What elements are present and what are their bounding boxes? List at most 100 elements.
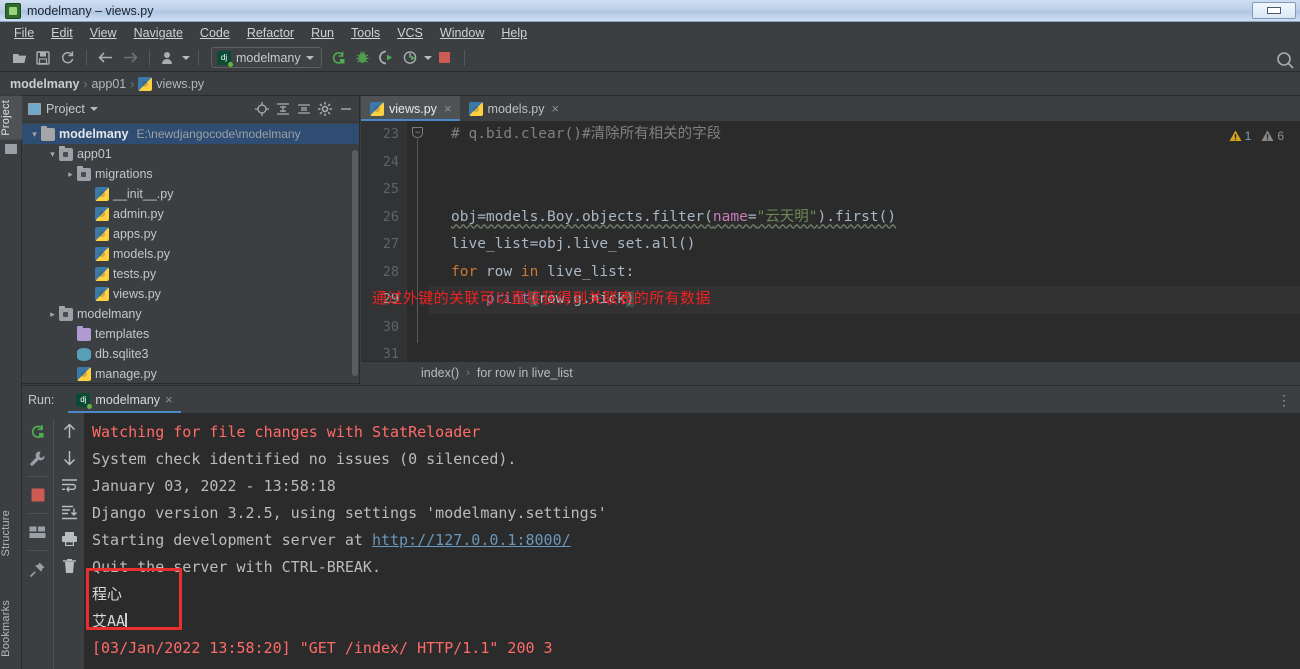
debug-icon[interactable] bbox=[352, 47, 374, 69]
status-breadcrumb-for[interactable]: for row in live_list bbox=[477, 366, 573, 380]
profile-icon[interactable] bbox=[400, 47, 422, 69]
profile-dropdown-caret-icon[interactable] bbox=[423, 55, 432, 60]
collapse-all-icon[interactable] bbox=[295, 100, 313, 118]
scrollbar-thumb[interactable] bbox=[352, 150, 358, 376]
close-icon[interactable]: × bbox=[165, 392, 173, 407]
editor-gutter[interactable]: 23 24 25 26 27 28 29 30 31 bbox=[361, 121, 407, 361]
chevron-closed-icon[interactable]: ▸ bbox=[64, 169, 77, 180]
open-folder-icon[interactable] bbox=[8, 47, 30, 69]
close-icon[interactable]: × bbox=[552, 101, 560, 116]
tree-item-views-py[interactable]: ▸ views.py bbox=[22, 284, 359, 304]
editor-status-breadcrumb: index() › for row in live_list bbox=[361, 361, 1300, 384]
breadcrumb-item-app01[interactable]: app01 bbox=[91, 77, 126, 91]
menu-view[interactable]: View bbox=[82, 24, 125, 42]
forward-arrow-icon[interactable] bbox=[119, 47, 141, 69]
project-scrollbar[interactable] bbox=[352, 150, 358, 383]
chevron-open-icon[interactable]: ▾ bbox=[28, 129, 41, 140]
pin-icon[interactable] bbox=[26, 557, 50, 581]
tree-item-apps-py[interactable]: ▸ apps.py bbox=[22, 224, 359, 244]
menu-refactor[interactable]: Refactor bbox=[239, 24, 302, 42]
vcs-user-icon[interactable] bbox=[158, 47, 180, 69]
run-tab-modelmany[interactable]: dj modelmany × bbox=[68, 386, 181, 413]
down-arrow-icon[interactable] bbox=[57, 446, 81, 470]
console-scrollbar[interactable] bbox=[1293, 413, 1300, 669]
toolbar-separator-4 bbox=[463, 49, 465, 66]
tab-models-py[interactable]: models.py × bbox=[460, 96, 568, 121]
expand-all-icon[interactable] bbox=[274, 100, 292, 118]
sidebar-item-bookmarks[interactable]: Bookmarks bbox=[0, 596, 22, 661]
tree-item-admin-py[interactable]: ▸ admin.py bbox=[22, 204, 359, 224]
fold-column[interactable]: − bbox=[407, 121, 429, 361]
hide-panel-icon[interactable] bbox=[337, 100, 355, 118]
code-editor[interactable]: 23 24 25 26 27 28 29 30 31 − # q.bid.cle… bbox=[361, 121, 1300, 361]
locate-icon[interactable] bbox=[253, 100, 271, 118]
inspection-indicators[interactable]: 1 6 bbox=[1229, 129, 1284, 143]
tree-item-templates[interactable]: ▸ templates bbox=[22, 324, 359, 344]
stop-icon[interactable] bbox=[434, 47, 456, 69]
tree-item-init-py[interactable]: ▸ __init__.py bbox=[22, 184, 359, 204]
breadcrumb-item-views[interactable]: views.py bbox=[138, 76, 204, 91]
tree-item-manage-py[interactable]: ▸ manage.py bbox=[22, 364, 359, 383]
menu-run[interactable]: Run bbox=[303, 24, 342, 42]
menu-navigate[interactable]: Navigate bbox=[126, 24, 191, 42]
menu-help[interactable]: Help bbox=[493, 24, 535, 42]
soft-wrap-icon[interactable] bbox=[57, 473, 81, 497]
rerun-icon[interactable] bbox=[26, 419, 50, 443]
run-configuration-selector[interactable]: dj modelmany bbox=[211, 47, 322, 68]
trash-icon[interactable] bbox=[57, 554, 81, 578]
search-icon[interactable] bbox=[1274, 49, 1296, 71]
line-number: 31 bbox=[382, 346, 399, 361]
tree-item-tests-py[interactable]: ▸ tests.py bbox=[22, 264, 359, 284]
tree-item-db-sqlite3[interactable]: ▸ db.sqlite3 bbox=[22, 344, 359, 364]
save-icon[interactable] bbox=[32, 47, 54, 69]
project-panel-title[interactable]: Project bbox=[28, 102, 98, 116]
menu-window[interactable]: Window bbox=[432, 24, 492, 42]
code-token: = bbox=[747, 208, 757, 225]
weak-warning-indicator[interactable]: 6 bbox=[1261, 129, 1284, 143]
window-title: modelmany – views.py bbox=[27, 3, 154, 18]
chevron-closed-icon[interactable]: ▸ bbox=[46, 309, 59, 320]
settings-gear-icon[interactable] bbox=[316, 100, 334, 118]
vcs-dropdown-caret-icon[interactable] bbox=[182, 55, 190, 60]
breadcrumb-item-project[interactable]: modelmany bbox=[10, 77, 79, 91]
run-icon[interactable] bbox=[328, 47, 350, 69]
tab-label: views.py bbox=[389, 101, 437, 116]
status-breadcrumb-index[interactable]: index() bbox=[421, 366, 459, 380]
divider bbox=[27, 550, 48, 551]
layout-icon[interactable] bbox=[26, 520, 50, 544]
breadcrumb-separator-2: › bbox=[130, 76, 135, 91]
console-output[interactable]: Watching for file changes with StatReloa… bbox=[84, 413, 1300, 669]
more-options-icon[interactable]: ⋮ bbox=[1277, 392, 1292, 409]
warning-indicator[interactable]: 1 bbox=[1229, 129, 1251, 143]
minimize-button[interactable] bbox=[1252, 2, 1296, 19]
line-number: 28 bbox=[382, 263, 399, 280]
chevron-down-icon[interactable] bbox=[89, 106, 98, 111]
tab-views-py[interactable]: views.py × bbox=[361, 96, 460, 121]
sidebar-item-structure[interactable]: Structure bbox=[0, 506, 22, 560]
close-icon[interactable]: × bbox=[444, 101, 452, 116]
sidebar-item-project[interactable]: Project bbox=[0, 96, 22, 140]
tree-item-modelmany-root[interactable]: ▾ modelmany E:\newdjangocode\modelmany bbox=[22, 124, 359, 144]
tree-item-modelmany-pkg[interactable]: ▸ modelmany bbox=[22, 304, 359, 324]
scroll-to-end-icon[interactable] bbox=[57, 500, 81, 524]
tree-item-app01[interactable]: ▾ app01 bbox=[22, 144, 359, 164]
menu-vcs[interactable]: VCS bbox=[389, 24, 431, 42]
back-arrow-icon[interactable] bbox=[95, 47, 117, 69]
folder-icon[interactable] bbox=[5, 144, 17, 154]
settings-wrench-icon[interactable] bbox=[26, 446, 50, 470]
sync-icon[interactable] bbox=[56, 47, 78, 69]
run-with-coverage-icon[interactable] bbox=[376, 47, 398, 69]
tree-item-models-py[interactable]: ▸ models.py bbox=[22, 244, 359, 264]
tree-item-migrations[interactable]: ▸ migrations bbox=[22, 164, 359, 184]
chevron-open-icon[interactable]: ▾ bbox=[46, 149, 59, 160]
menu-file[interactable]: File bbox=[6, 24, 42, 42]
menu-tools[interactable]: Tools bbox=[343, 24, 388, 42]
print-icon[interactable] bbox=[57, 527, 81, 551]
window-controls[interactable] bbox=[1252, 2, 1296, 19]
stop-icon[interactable] bbox=[26, 483, 50, 507]
project-tree: ▾ modelmany E:\newdjangocode\modelmany ▾… bbox=[22, 122, 359, 383]
menu-code[interactable]: Code bbox=[192, 24, 238, 42]
up-arrow-icon[interactable] bbox=[57, 419, 81, 443]
menu-edit[interactable]: Edit bbox=[43, 24, 81, 42]
server-url-link[interactable]: http://127.0.0.1:8000/ bbox=[372, 531, 571, 549]
